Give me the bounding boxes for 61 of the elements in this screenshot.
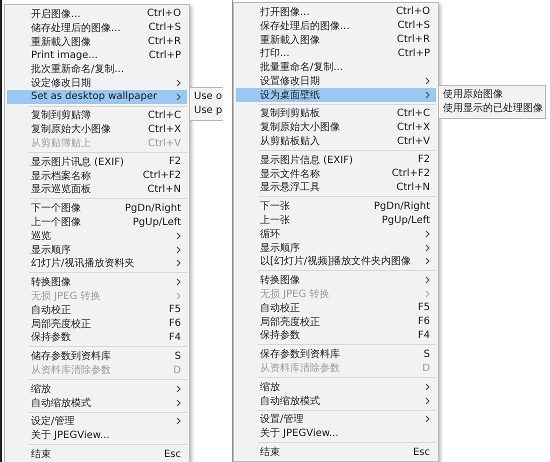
menu-item[interactable]: 上一个图像 PgUp/Left (7, 215, 187, 229)
menu-item[interactable]: 自动校正 F5 (236, 300, 436, 315)
menu-item[interactable]: 批次重新命名/复制... (7, 62, 187, 76)
menu-item[interactable]: 缩放 (236, 380, 436, 394)
menu-item[interactable]: 下一个图像 PgDn/Right (7, 201, 187, 216)
menu-item[interactable]: 设置/管理 (236, 412, 436, 426)
menu-item[interactable]: 开启图像... Ctrl+O (7, 7, 187, 21)
menu-item[interactable]: 重新載入图像 Ctrl+R (236, 32, 436, 46)
menu-item[interactable]: 局部亮度校正 F6 (7, 316, 187, 331)
menu-item[interactable]: 显示顺序 (7, 242, 187, 257)
menu-item[interactable]: 设定/管理 (7, 414, 187, 428)
menu-item[interactable]: 设定修改日期 (7, 76, 187, 90)
menu-item[interactable]: 自动校正 F5 (7, 302, 187, 317)
menu-item[interactable]: 自动缩放模式 (236, 394, 436, 408)
menu-item[interactable]: 显示档案名称 Ctrl+F2 (7, 168, 187, 183)
menu-item[interactable]: 幻灯片/视讯播放资料夹 (7, 256, 187, 270)
menu-item[interactable]: 结束 Esc (7, 447, 187, 461)
menu-item[interactable]: 打开图像... Ctrl+O (236, 5, 436, 19)
menu-item[interactable]: 自动缩放模式 (7, 396, 187, 410)
menu-item[interactable]: 复制到剪贴板 Ctrl+C (236, 106, 436, 120)
menu-item[interactable]: 关于 JPEGView... (236, 426, 436, 440)
menu-item[interactable]: 以[幻灯片/视频]播放文件夹内图像 (236, 254, 436, 268)
menu-item[interactable]: Print image... Ctrl+P (7, 48, 187, 62)
menu-item[interactable]: 巡览 (7, 228, 187, 243)
menu-item[interactable]: 下一张 PgDn/Right (236, 199, 436, 214)
menu-item[interactable]: 储存参数到资料库 S (7, 349, 187, 364)
menu-item[interactable]: 转换图像 (7, 275, 187, 290)
menu-item[interactable]: 缩放 (7, 382, 187, 396)
menu-item[interactable]: Use o (190, 90, 224, 104)
menu-item[interactable]: 显示巡览面板 Ctrl+N (7, 182, 187, 196)
menu-item[interactable]: 复制到剪贴簿 Ctrl+C (7, 108, 187, 122)
menu-item[interactable]: 显示顺序 (236, 240, 436, 255)
menu-item[interactable]: 保持参数 F4 (236, 328, 436, 342)
menu-item[interactable]: Use p (190, 104, 224, 118)
menu-item[interactable]: Set as desktop wallpaper (7, 90, 187, 104)
menu-item[interactable]: 局部亮度校正 F6 (236, 314, 436, 329)
menu-item[interactable]: 复制原始大小图像 Ctrl+X (236, 120, 436, 134)
menu-item[interactable]: 显示文件名称 Ctrl+F2 (236, 166, 436, 181)
menu-item[interactable]: 显示图片信息 (EXIF) F2 (236, 152, 436, 167)
menu-item[interactable]: 保存参数到资料库 S (236, 347, 436, 362)
menu-item[interactable]: 设为桌面壁纸 (236, 88, 436, 102)
menu-item[interactable]: 使用原始图像 (439, 88, 545, 102)
menu-item[interactable]: 结束 Esc (236, 445, 436, 459)
menu-item[interactable]: 显示悬浮工具 Ctrl+N (236, 180, 436, 194)
menu-item[interactable]: 保存处理后的图像... Ctrl+S (236, 18, 436, 33)
menu-item[interactable]: 重新載入图像 Ctrl+R (7, 34, 187, 48)
chevron-right-icon (176, 417, 181, 426)
menu-item[interactable]: 关于 JPEGView... (7, 428, 187, 442)
menu-item[interactable]: 循环 (236, 226, 436, 241)
menu-item[interactable]: 复制原始大小图像 Ctrl+X (7, 122, 187, 136)
menu-item[interactable]: 显示图片讯息 (EXIF) F2 (7, 154, 187, 169)
menu-item[interactable]: 上一张 PgUp/Left (236, 213, 436, 227)
menu-item[interactable]: 储存处理后的图像... Ctrl+S (7, 20, 187, 35)
menu-item[interactable]: 转换图像 (236, 273, 436, 288)
menu-item[interactable]: 批量重命名/复制... (236, 60, 436, 74)
menu-item[interactable]: 使用显示的已处理图像 (439, 102, 545, 116)
menu-item[interactable]: 打印... Ctrl+P (236, 46, 436, 60)
menu-item[interactable]: 从剪贴板贴入 Ctrl+V (236, 134, 436, 148)
menu-item[interactable]: 设置修改日期 (236, 74, 436, 88)
menu-item[interactable]: 保持参数 F4 (7, 330, 187, 344)
chevron-right-icon (425, 415, 430, 424)
